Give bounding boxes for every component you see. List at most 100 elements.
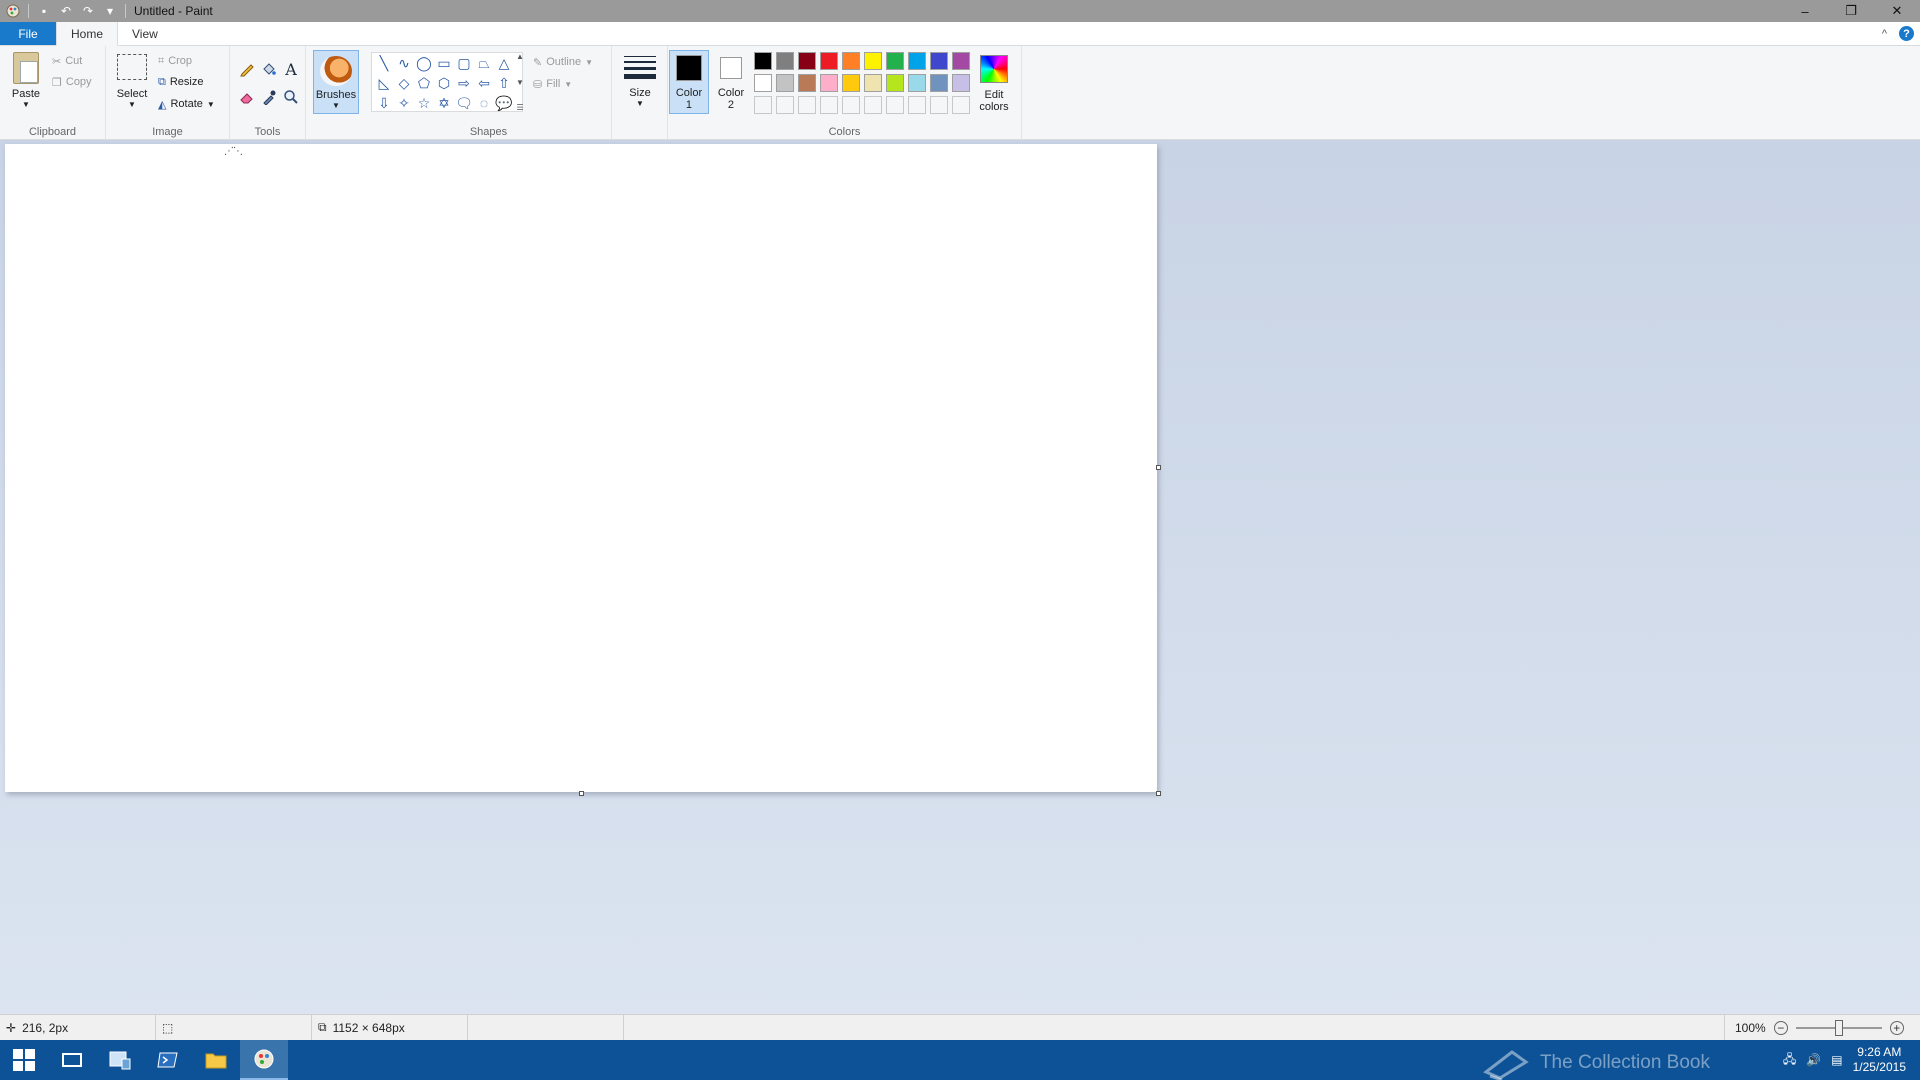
- palette-swatch-r1-4[interactable]: [820, 52, 838, 70]
- shape-right-triangle[interactable]: ◺: [374, 73, 394, 93]
- shape-pentagon[interactable]: ⬠: [414, 73, 434, 93]
- shape-oval[interactable]: ◯: [414, 53, 434, 73]
- palette-swatch-r2-2[interactable]: [776, 74, 794, 92]
- fill-button[interactable]: ⛁ Fill ▼: [533, 74, 572, 94]
- palette-swatch-r1-1[interactable]: [754, 52, 772, 70]
- tab-view[interactable]: View: [118, 22, 172, 45]
- gallery-expand-icon[interactable]: ☰: [516, 103, 523, 112]
- custom-color-slot-9[interactable]: [930, 96, 948, 114]
- shape-rectangle[interactable]: ▭: [434, 53, 454, 73]
- shape-down-arrow[interactable]: ⇩: [374, 93, 394, 113]
- tab-file[interactable]: File: [0, 22, 56, 45]
- brushes-button[interactable]: Brushes ▼: [313, 50, 359, 114]
- shape-five-point-star[interactable]: ☆: [414, 93, 434, 113]
- fill-bucket-icon[interactable]: [258, 58, 280, 80]
- collapse-ribbon-icon[interactable]: ^: [1882, 28, 1887, 40]
- save-icon[interactable]: ▪: [33, 0, 55, 22]
- shape-right-arrow[interactable]: ⇨: [454, 73, 474, 93]
- resize-button[interactable]: ⧉ Resize: [158, 72, 203, 92]
- crop-button[interactable]: ⌗ Crop: [158, 51, 192, 71]
- redo-icon[interactable]: ↷: [77, 0, 99, 22]
- palette-swatch-r1-7[interactable]: [886, 52, 904, 70]
- shape-four-point-star[interactable]: ✧: [394, 93, 414, 113]
- custom-color-slot-6[interactable]: [864, 96, 882, 114]
- task-view-button[interactable]: [48, 1040, 96, 1080]
- custom-color-slot-4[interactable]: [820, 96, 838, 114]
- color1-button[interactable]: Color 1: [669, 50, 709, 114]
- taskbar-clock[interactable]: 9:26 AM 1/25/2015: [1853, 1045, 1906, 1075]
- action-center-icon[interactable]: ▤: [1831, 1053, 1842, 1067]
- taskbar-powershell[interactable]: [144, 1040, 192, 1080]
- network-icon[interactable]: 🖧: [1783, 1050, 1796, 1071]
- custom-color-slot-7[interactable]: [886, 96, 904, 114]
- rotate-button[interactable]: ◭ Rotate ▼: [158, 94, 215, 114]
- eraser-icon[interactable]: [236, 86, 258, 108]
- copy-button[interactable]: ❐ Copy: [52, 72, 92, 92]
- shape-oval-callout[interactable]: ◌: [474, 93, 494, 113]
- paste-button[interactable]: Paste ▼: [10, 52, 42, 109]
- volume-icon[interactable]: 🔊: [1806, 1053, 1821, 1067]
- pencil-icon[interactable]: [236, 58, 258, 80]
- select-button[interactable]: Select ▼: [114, 48, 150, 109]
- taskbar-file-explorer[interactable]: [192, 1040, 240, 1080]
- drawing-canvas[interactable]: ⋰⋱: [5, 144, 1157, 792]
- zoom-slider[interactable]: [1795, 1020, 1882, 1036]
- palette-swatch-r1-5[interactable]: [842, 52, 860, 70]
- customize-qat-icon[interactable]: ▾: [99, 0, 121, 22]
- magnifier-icon[interactable]: [280, 86, 302, 108]
- custom-color-slot-2[interactable]: [776, 96, 794, 114]
- shape-hexagon[interactable]: ⬡: [434, 73, 454, 93]
- palette-swatch-r1-9[interactable]: [930, 52, 948, 70]
- close-button[interactable]: ✕: [1874, 0, 1920, 22]
- taskbar-paint[interactable]: [240, 1040, 288, 1080]
- text-tool-icon[interactable]: A: [280, 58, 302, 80]
- gallery-scroll-up-icon[interactable]: ▲: [516, 52, 524, 61]
- palette-swatch-r1-6[interactable]: [864, 52, 882, 70]
- resize-handle-corner[interactable]: [1156, 791, 1161, 796]
- shape-cloud-callout[interactable]: 💬: [494, 93, 514, 113]
- zoom-in-button[interactable]: +: [1889, 1021, 1904, 1035]
- custom-color-slot-3[interactable]: [798, 96, 816, 114]
- palette-swatch-r1-2[interactable]: [776, 52, 794, 70]
- color2-button[interactable]: Color 2: [712, 51, 750, 113]
- shape-rounded-callout[interactable]: 🗨: [454, 93, 474, 113]
- paint-app-icon[interactable]: [2, 0, 24, 22]
- tab-home[interactable]: Home: [56, 22, 119, 46]
- zoom-out-button[interactable]: −: [1773, 1021, 1788, 1035]
- palette-swatch-r2-3[interactable]: [798, 74, 816, 92]
- palette-swatch-r2-5[interactable]: [842, 74, 860, 92]
- custom-color-slot-1[interactable]: [754, 96, 772, 114]
- shape-line[interactable]: ╲: [374, 53, 394, 73]
- color-picker-icon[interactable]: [258, 86, 280, 108]
- shape-rounded-rectangle[interactable]: ▢: [454, 53, 474, 73]
- palette-swatch-r1-10[interactable]: [952, 52, 970, 70]
- start-button[interactable]: [0, 1040, 48, 1080]
- taskbar-server-manager[interactable]: [96, 1040, 144, 1080]
- palette-swatch-r2-8[interactable]: [908, 74, 926, 92]
- zoom-slider-thumb[interactable]: [1834, 1020, 1843, 1036]
- custom-color-slot-8[interactable]: [908, 96, 926, 114]
- shape-up-arrow[interactable]: ⇧: [494, 73, 514, 93]
- palette-swatch-r1-8[interactable]: [908, 52, 926, 70]
- shape-triangle[interactable]: △: [494, 53, 514, 73]
- gallery-scroll-down-icon[interactable]: ▼: [516, 78, 524, 87]
- cut-button[interactable]: ✂ Cut: [52, 51, 82, 71]
- outline-button[interactable]: ✎ Outline ▼: [533, 52, 593, 72]
- custom-color-slot-10[interactable]: [952, 96, 970, 114]
- shape-polygon[interactable]: ⏢: [474, 53, 494, 73]
- resize-handle-right[interactable]: [1156, 465, 1161, 470]
- palette-swatch-r2-9[interactable]: [930, 74, 948, 92]
- palette-swatch-r2-4[interactable]: [820, 74, 838, 92]
- custom-color-slot-5[interactable]: [842, 96, 860, 114]
- resize-handle-bottom[interactable]: [579, 791, 584, 796]
- shape-six-point-star[interactable]: ✡: [434, 93, 454, 113]
- palette-swatch-r2-10[interactable]: [952, 74, 970, 92]
- shape-left-arrow[interactable]: ⇦: [474, 73, 494, 93]
- shape-diamond[interactable]: ◇: [394, 73, 414, 93]
- palette-swatch-r2-6[interactable]: [864, 74, 882, 92]
- palette-swatch-r2-1[interactable]: [754, 74, 772, 92]
- size-button[interactable]: Size ▼: [620, 52, 660, 108]
- palette-swatch-r2-7[interactable]: [886, 74, 904, 92]
- undo-icon[interactable]: ↶: [55, 0, 77, 22]
- minimize-button[interactable]: –: [1782, 0, 1828, 22]
